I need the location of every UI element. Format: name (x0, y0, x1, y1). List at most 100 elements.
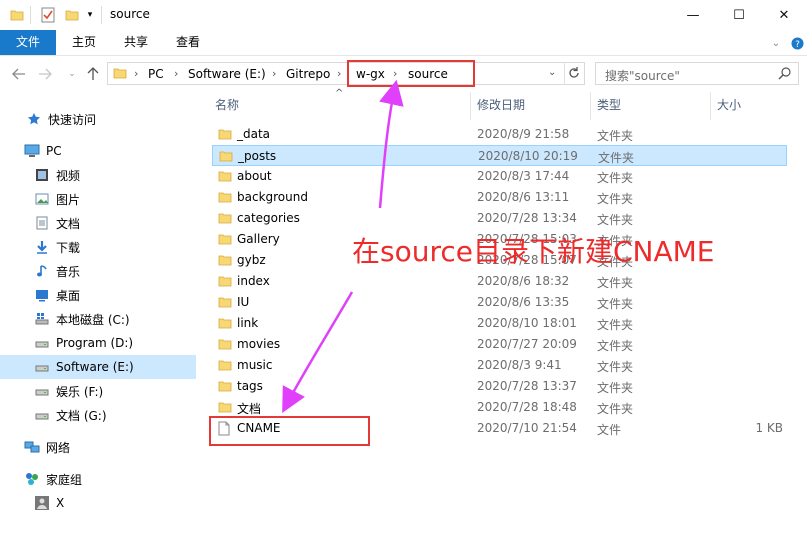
file-row[interactable]: link 2020/8/10 18:01 文件夹 (212, 313, 787, 334)
tab-file[interactable]: 文件 (0, 30, 56, 55)
nav-drive-c[interactable]: 本地磁盘 (C:) (0, 307, 196, 331)
folder-icon (218, 232, 232, 246)
file-modified-date: 2020/8/3 9:41 (477, 358, 562, 372)
search-icon[interactable] (778, 66, 792, 80)
file-modified-date: 2020/8/6 13:11 (477, 190, 570, 204)
annotation-text: 在source目录下新建CNAME (352, 235, 715, 268)
file-row[interactable]: about 2020/8/3 17:44 文件夹 (212, 166, 787, 187)
file-modified-date: 2020/7/28 13:37 (477, 379, 577, 393)
drive-icon (34, 359, 50, 375)
file-row[interactable]: _posts 2020/8/10 20:19 文件夹 (212, 145, 787, 166)
nav-music[interactable]: 音乐 (0, 259, 196, 283)
tab-view[interactable]: 查看 (168, 30, 208, 55)
file-row[interactable]: index 2020/8/6 18:32 文件夹 (212, 271, 787, 292)
tab-home[interactable]: 主页 (64, 30, 104, 55)
file-name: about (237, 169, 272, 183)
nav-drive-e[interactable]: Software (E:) (0, 355, 196, 379)
file-type: 文件夹 (597, 402, 634, 416)
nav-label: 本地磁盘 (C:) (56, 312, 130, 327)
file-row[interactable]: _data 2020/8/9 21:58 文件夹 (212, 124, 787, 145)
forward-icon[interactable] (36, 66, 54, 82)
file-type: 文件夹 (597, 360, 634, 374)
nav-homegroup[interactable]: 家庭组 (0, 467, 196, 491)
file-row[interactable]: tags 2020/7/28 13:37 文件夹 (212, 376, 787, 397)
back-icon[interactable] (10, 66, 28, 82)
file-type: 文件夹 (597, 339, 634, 353)
file-name: _data (237, 127, 271, 141)
folder-icon (218, 190, 232, 204)
file-size: 1 KB (755, 421, 783, 435)
minimize-button[interactable]: — (670, 0, 716, 30)
folder-icon (218, 379, 232, 393)
breadcrumb-software[interactable]: Software (E:) (188, 67, 266, 81)
nav-drive-f[interactable]: 娱乐 (F:) (0, 379, 196, 403)
file-modified-date: 2020/8/10 18:01 (477, 316, 577, 330)
nav-network[interactable]: 网络 (0, 435, 196, 459)
window-title: source (110, 7, 150, 21)
properties-icon[interactable] (40, 7, 56, 23)
breadcrumb-pc[interactable]: PC (148, 67, 164, 81)
folder-icon (218, 316, 232, 330)
folder-icon (218, 400, 232, 414)
nav-homegroup-user[interactable]: X (0, 491, 196, 515)
up-icon[interactable] (84, 66, 102, 82)
maximize-button[interactable]: ☐ (716, 0, 762, 30)
expand-ribbon-icon[interactable]: ⌄ (770, 36, 782, 50)
nav-desktop[interactable]: 桌面 (0, 283, 196, 307)
file-row[interactable]: movies 2020/7/27 20:09 文件夹 (212, 334, 787, 355)
chevron-right-icon: › (337, 67, 342, 80)
address-bar[interactable]: › PC › Software (E:) › Gitrepo › w-gx › … (107, 62, 585, 85)
folder-icon (218, 127, 232, 141)
search-box[interactable]: 搜索"source" (595, 62, 799, 85)
file-row[interactable]: 文档 2020/7/28 18:48 文件夹 (212, 397, 787, 418)
close-button[interactable]: ✕ (761, 0, 807, 30)
svg-text:?: ? (795, 40, 800, 50)
file-modified-date: 2020/8/6 13:35 (477, 295, 570, 309)
column-header-type[interactable]: 类型 (597, 96, 621, 113)
nav-label: Program (D:) (56, 336, 134, 350)
folder-icon (218, 274, 232, 288)
nav-pc[interactable]: PC (0, 139, 196, 163)
address-dropdown-icon[interactable]: ⌄ (548, 67, 556, 78)
file-row[interactable]: categories 2020/7/28 13:34 文件夹 (212, 208, 787, 229)
nav-drive-d[interactable]: Program (D:) (0, 331, 196, 355)
video-icon (34, 167, 50, 183)
column-header-modified[interactable]: 修改日期 (477, 96, 525, 113)
file-name: index (237, 274, 270, 288)
new-folder-icon[interactable] (64, 7, 80, 23)
annotation-box-path (347, 60, 475, 87)
file-type: 文件夹 (597, 213, 634, 227)
recent-locations-icon[interactable]: ⌄ (63, 66, 81, 82)
folder-icon (113, 66, 127, 83)
nav-label: 文档 (G:) (56, 408, 107, 423)
nav-documents[interactable]: 文档 (0, 211, 196, 235)
nav-label: X (56, 496, 65, 510)
chevron-right-icon: › (134, 67, 139, 80)
file-row[interactable]: music 2020/8/3 9:41 文件夹 (212, 355, 787, 376)
nav-quick-access[interactable]: 快速访问 (0, 107, 196, 131)
column-header-name[interactable]: 名称 (215, 96, 239, 113)
customize-toolbar-icon[interactable]: ▾ (84, 7, 96, 23)
nav-downloads[interactable]: 下载 (0, 235, 196, 259)
nav-videos[interactable]: 视频 (0, 163, 196, 187)
picture-icon (34, 191, 50, 207)
search-input[interactable]: 搜索"source" (605, 67, 680, 84)
refresh-icon[interactable] (567, 66, 581, 83)
title-bar: ▾ source — ☐ ✕ (0, 0, 807, 30)
column-divider[interactable] (710, 92, 711, 120)
folder-icon (218, 253, 232, 267)
tab-share[interactable]: 共享 (116, 30, 156, 55)
file-type: 文件夹 (597, 129, 634, 143)
file-row[interactable]: background 2020/8/6 13:11 文件夹 (212, 187, 787, 208)
nav-pictures[interactable]: 图片 (0, 187, 196, 211)
file-name: 文档 (237, 402, 262, 416)
column-header-size[interactable]: 大小 (717, 96, 741, 113)
nav-drive-g[interactable]: 文档 (G:) (0, 403, 196, 427)
file-row[interactable]: IU 2020/8/6 13:35 文件夹 (212, 292, 787, 313)
column-divider[interactable] (590, 92, 591, 120)
breadcrumb-gitrepo[interactable]: Gitrepo (286, 67, 330, 81)
nav-label: 图片 (56, 192, 81, 207)
nav-label: 下载 (56, 240, 81, 255)
help-icon[interactable]: ? (790, 36, 804, 50)
column-divider[interactable] (470, 92, 471, 120)
